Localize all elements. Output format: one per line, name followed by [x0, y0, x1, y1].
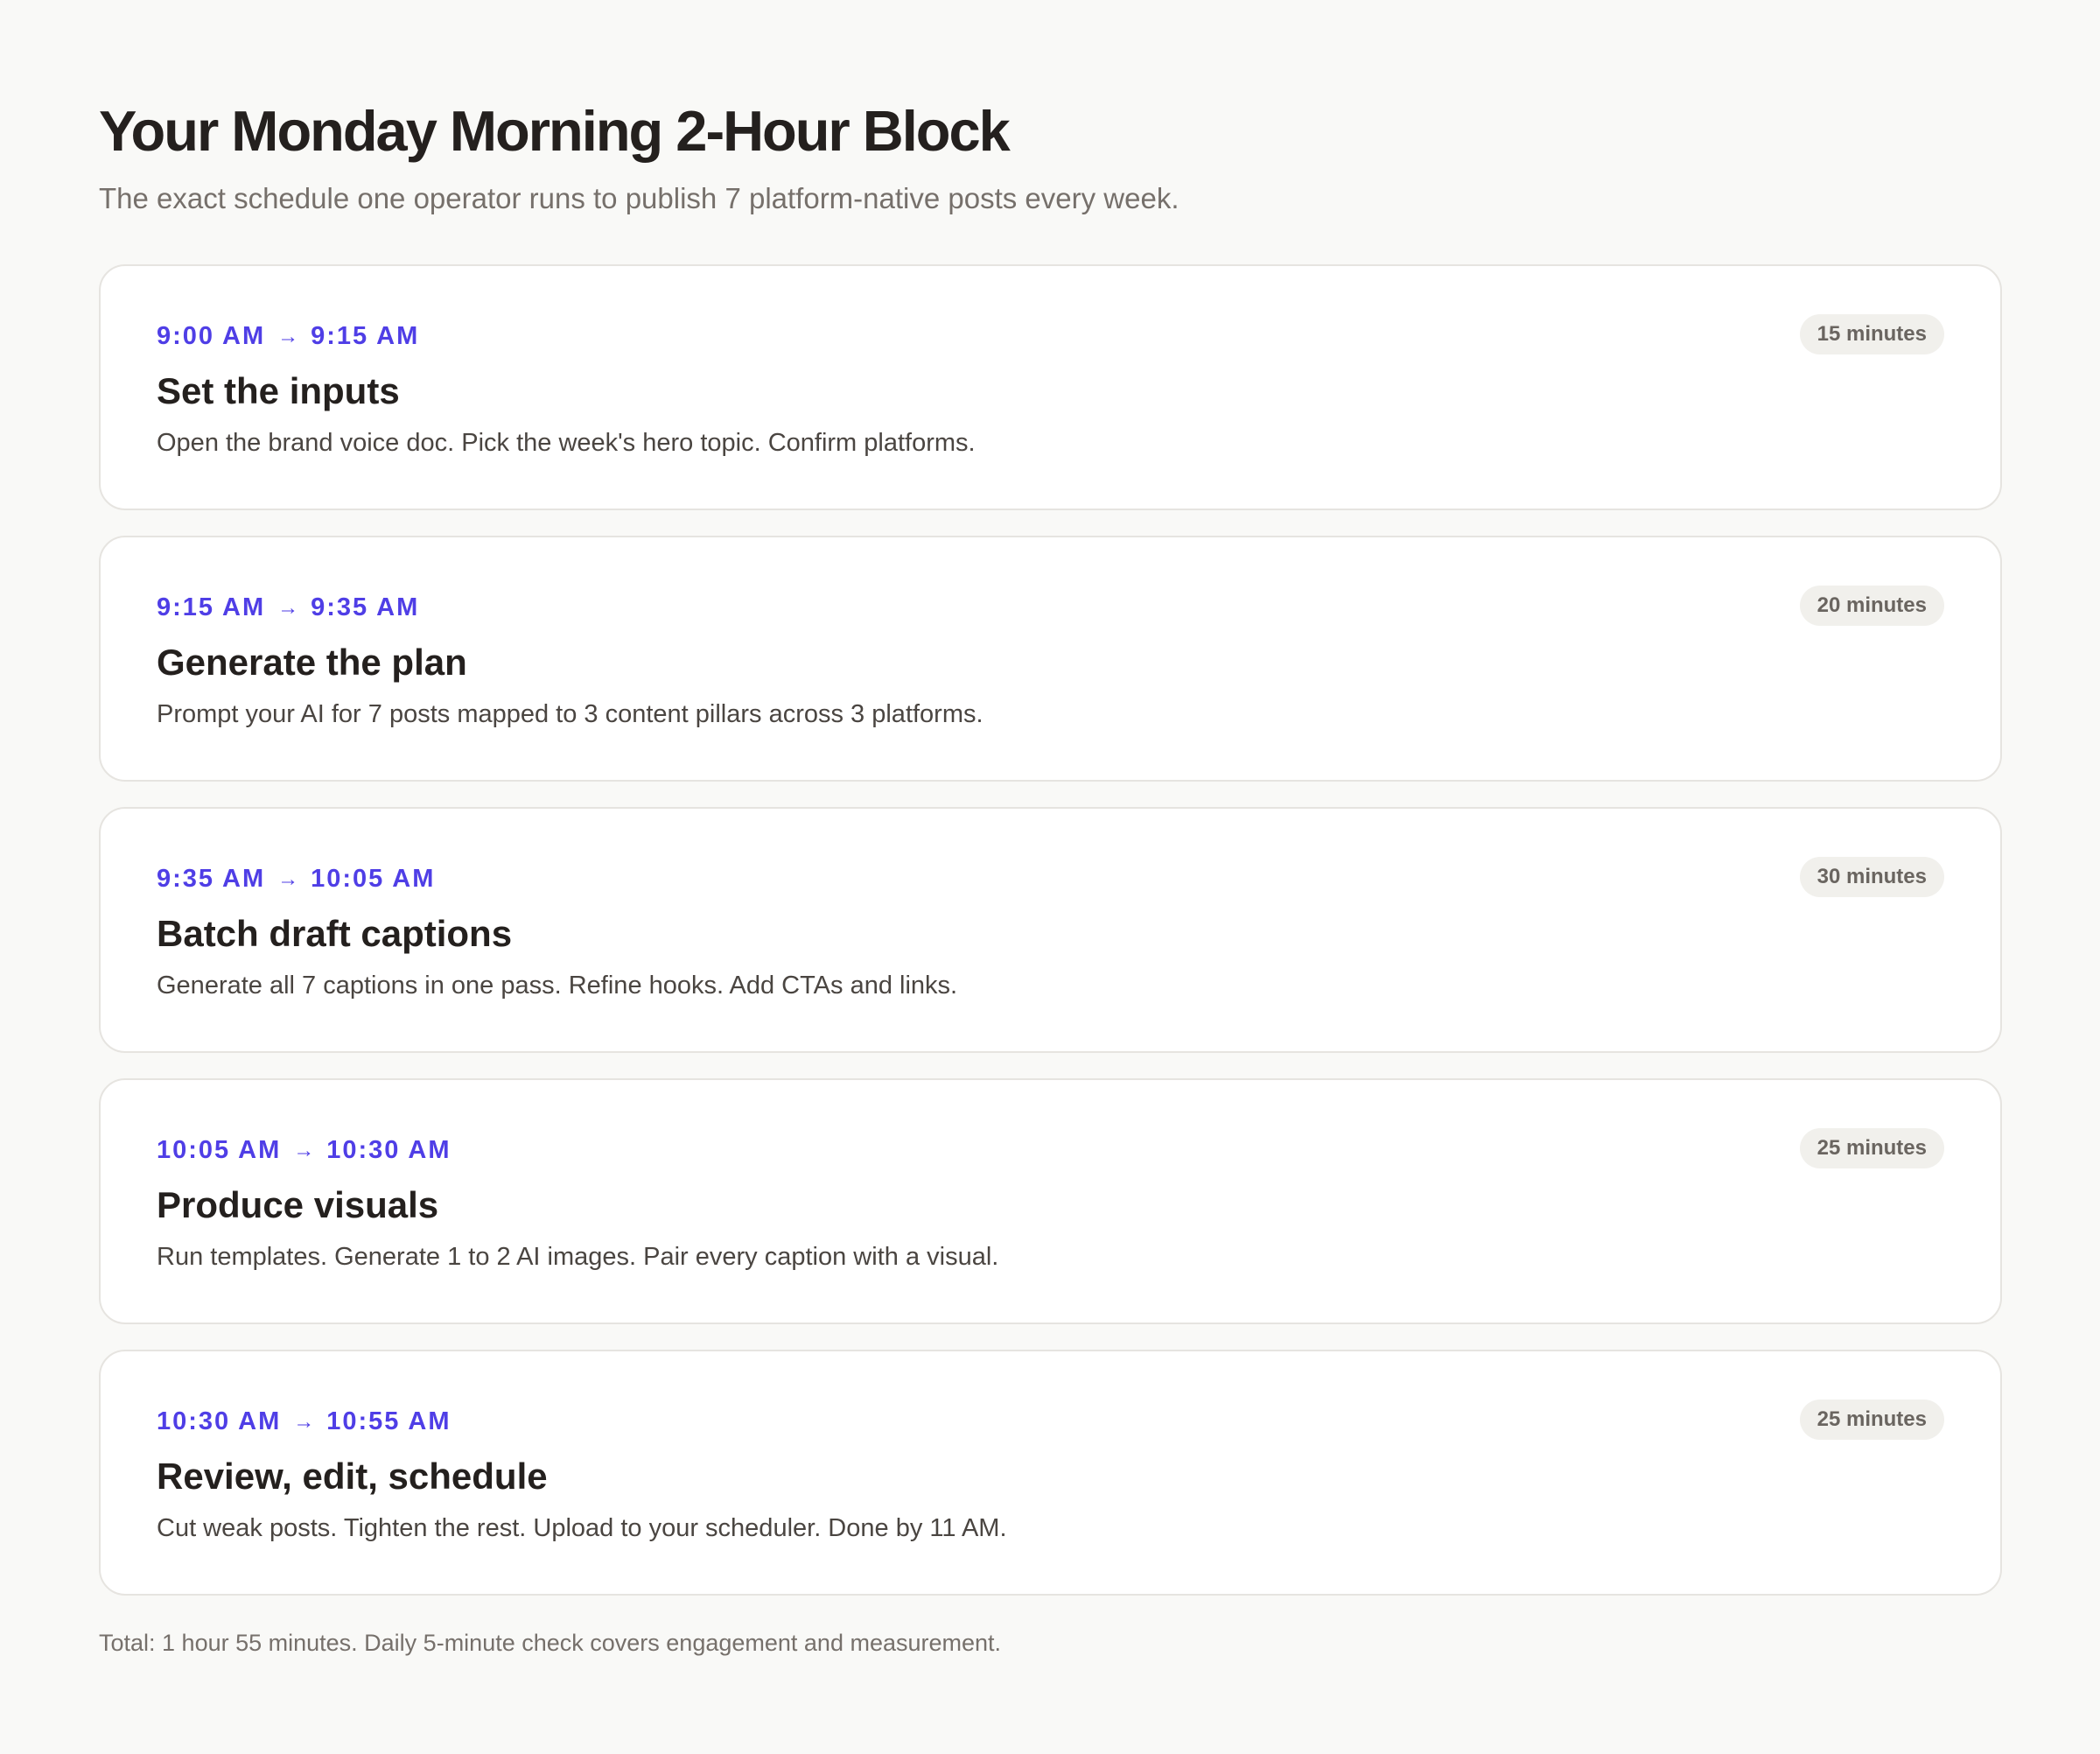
step-end-time: 10:55 AM [326, 1407, 452, 1435]
arrow-right-icon: → [277, 325, 299, 348]
schedule-step-card: 9:35 AM → 10:05 AM Batch draft captions Ge… [99, 807, 2002, 1053]
duration-badge: 30 minutes [1799, 857, 1944, 897]
step-title: Produce visuals [157, 1184, 439, 1225]
step-time-range: 9:15 AM → 9:35 AM [157, 590, 419, 626]
arrow-right-icon: → [277, 596, 299, 620]
schedule-steps: 9:00 AM → 9:15 AM Set the inputs Open the … [99, 264, 2002, 1621]
step-end-time: 10:05 AM [311, 865, 436, 893]
step-description: Run templates. Generate 1 to 2 AI images… [157, 1243, 999, 1271]
step-description: Generate all 7 captions in one pass. Ref… [157, 972, 958, 1000]
step-end-time: 9:35 AM [311, 593, 420, 621]
duration-badge: 25 minutes [1799, 1400, 1944, 1440]
step-time-range: 9:00 AM → 9:15 AM [157, 319, 419, 354]
step-start-time: 10:05 AM [157, 1136, 282, 1164]
step-time-range: 9:35 AM → 10:05 AM [157, 861, 435, 897]
schedule-step-card: 10:30 AM → 10:55 AM Review, edit, schedule… [99, 1350, 2002, 1596]
schedule-step-card: 9:15 AM → 9:35 AM Generate the plan Prompt… [99, 536, 2002, 782]
step-title: Review, edit, schedule [157, 1456, 548, 1497]
schedule-step-card: 10:05 AM → 10:30 AM Produce visuals Run te… [99, 1078, 2002, 1324]
schedule-step-card: 9:00 AM → 9:15 AM Set the inputs Open the … [99, 264, 2002, 510]
arrow-right-icon: → [293, 1139, 315, 1162]
step-time-range: 10:05 AM → 10:30 AM [157, 1133, 452, 1168]
step-description: Cut weak posts. Tighten the rest. Upload… [157, 1514, 1007, 1542]
page-subtitle: The exact schedule one operator runs to … [99, 182, 1180, 214]
step-description: Open the brand voice doc. Pick the week'… [157, 429, 976, 457]
footer-note: Total: 1 hour 55 minutes. Daily 5-minute… [99, 1630, 1002, 1656]
step-title: Generate the plan [157, 642, 467, 683]
arrow-right-icon: → [277, 867, 299, 891]
step-time-range: 10:30 AM → 10:55 AM [157, 1404, 452, 1440]
page-title: Your Monday Morning 2-Hour Block [99, 99, 1011, 163]
duration-badge: 25 minutes [1799, 1128, 1944, 1168]
arrow-right-icon: → [293, 1410, 315, 1434]
step-description: Prompt your AI for 7 posts mapped to 3 c… [157, 700, 984, 728]
step-start-time: 9:35 AM [157, 865, 266, 893]
step-start-time: 9:15 AM [157, 593, 266, 621]
duration-badge: 15 minutes [1799, 314, 1944, 354]
step-title: Set the inputs [157, 370, 400, 411]
duration-badge: 20 minutes [1799, 586, 1944, 626]
step-start-time: 10:30 AM [157, 1407, 282, 1435]
step-start-time: 9:00 AM [157, 322, 266, 350]
step-end-time: 9:15 AM [311, 322, 420, 350]
step-end-time: 10:30 AM [326, 1136, 452, 1164]
step-title: Batch draft captions [157, 913, 513, 954]
